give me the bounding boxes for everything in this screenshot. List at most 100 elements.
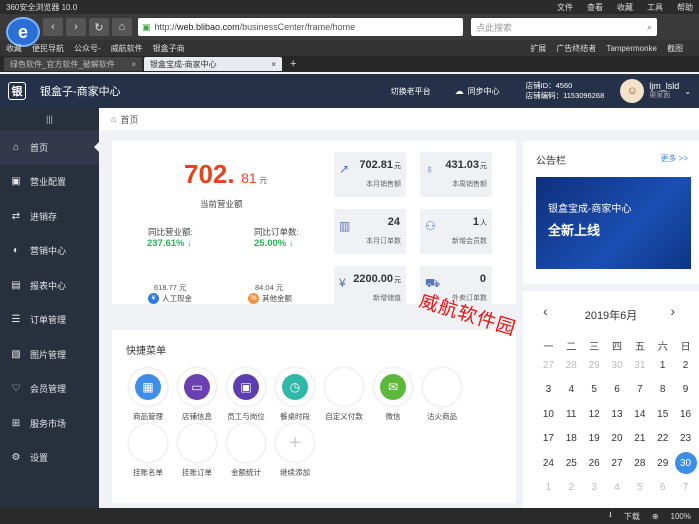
sidebar-collapse-icon[interactable]: |||	[0, 108, 99, 130]
calendar-day[interactable]: 4	[606, 476, 629, 501]
sidebar-item-shop[interactable]: ▣ 营业配置	[0, 165, 99, 200]
sidebar-item-home[interactable]: ⌂ 首页	[0, 130, 99, 165]
address-bar[interactable]: ▣ http:// web.blibao.com /businessCenter…	[138, 18, 463, 36]
stat-tile[interactable]: ▥ 24 本月订单数	[334, 209, 406, 254]
quick-menu-item[interactable]: ◷ 餐桌时段	[276, 368, 314, 422]
chevron-down-icon[interactable]: ⌄	[684, 87, 691, 96]
calendar-day[interactable]: 19	[583, 427, 606, 452]
quick-menu-item[interactable]: 金额统计	[227, 424, 265, 478]
toolbar-item[interactable]: 扩展	[530, 43, 546, 54]
switch-platform-button[interactable]: 切换老平台	[391, 86, 431, 97]
toolbar-item[interactable]: 截图	[667, 43, 683, 54]
new-tab-button[interactable]: +	[290, 58, 296, 70]
calendar-day[interactable]: 24	[537, 451, 560, 476]
quick-menu-item[interactable]: ▦ 商品管理	[129, 368, 167, 422]
quick-menu-item[interactable]: ✉ 微信	[374, 368, 412, 422]
calendar-day[interactable]: 31	[628, 353, 651, 378]
calendar-day[interactable]: 29	[651, 451, 674, 476]
browser-tab[interactable]: 绿色软件_官方软件_破解软件 ×	[4, 57, 142, 71]
download-icon[interactable]: ⭳	[609, 509, 612, 523]
quick-menu-item[interactable]: 挂账订单	[178, 424, 216, 478]
sidebar-item-truck[interactable]: ⇄ 进销存	[0, 199, 99, 234]
calendar-day[interactable]: 17	[537, 427, 560, 452]
calendar-day[interactable]: 22	[651, 427, 674, 452]
calendar-day[interactable]: 20	[606, 427, 629, 452]
forward-button[interactable]: ›	[66, 18, 86, 36]
calendar-day[interactable]: 30	[674, 452, 697, 474]
calendar-day[interactable]: 28	[560, 353, 583, 378]
search-input[interactable]: 点此搜索 ⌕	[471, 18, 657, 36]
calendar-day[interactable]: 18	[560, 427, 583, 452]
browser-menu-2[interactable]: 收藏	[617, 2, 633, 13]
announcement-banner[interactable]: 银盒宝成-商家中心 全新上线	[536, 177, 691, 269]
calendar-day[interactable]: 4	[560, 378, 583, 403]
calendar-day[interactable]: 13	[606, 402, 629, 427]
calendar-day[interactable]: 12	[583, 402, 606, 427]
refresh-button[interactable]: ↻	[89, 18, 109, 36]
calendar-day[interactable]: 5	[628, 476, 651, 501]
calendar-day[interactable]: 14	[628, 402, 651, 427]
back-button[interactable]: ‹	[43, 18, 63, 36]
status-download[interactable]: 下载	[624, 511, 640, 522]
sidebar-item-settings[interactable]: ⚙ 设置	[0, 441, 99, 476]
quick-menu-item[interactable]: + 继续添加	[276, 424, 314, 478]
calendar-next-icon[interactable]: ›	[670, 303, 675, 319]
calendar-day[interactable]: 10	[537, 402, 560, 427]
bookmark-item[interactable]: 公众号-	[74, 43, 101, 54]
calendar-day[interactable]: 2	[674, 353, 697, 378]
home-button[interactable]: ⌂	[112, 18, 132, 36]
bookmark-item[interactable]: 威航软件	[111, 43, 143, 54]
status-zoom[interactable]: 100%	[671, 512, 691, 521]
calendar-day[interactable]: 28	[628, 451, 651, 476]
calendar-day[interactable]: 16	[674, 402, 697, 427]
calendar-day[interactable]: 21	[628, 427, 651, 452]
browser-menu-0[interactable]: 文件	[557, 2, 573, 13]
stat-tile[interactable]: ↗ 702.81元 本月销售额	[334, 152, 406, 197]
sidebar-item-report[interactable]: ▤ 报表中心	[0, 268, 99, 303]
bookmark-item[interactable]: 收藏	[6, 43, 22, 54]
calendar-day[interactable]: 1	[537, 476, 560, 501]
quick-menu-item[interactable]: 挂账名单	[129, 424, 167, 478]
breadcrumb-home[interactable]: 首页	[120, 113, 138, 126]
sidebar-item-market[interactable]: ⊞ 服务市场	[0, 406, 99, 441]
calendar-day[interactable]: 23	[674, 427, 697, 452]
calendar-day[interactable]: 6	[651, 476, 674, 501]
avatar[interactable]: ☺	[620, 79, 645, 103]
search-icon[interactable]: ⌕	[647, 22, 652, 33]
calendar-day[interactable]: 6	[606, 378, 629, 403]
close-icon[interactable]: ×	[131, 60, 136, 69]
quick-menu-item[interactable]: 自定义付款	[325, 368, 363, 422]
calendar-day[interactable]: 29	[583, 353, 606, 378]
stat-tile[interactable]: ⚇ 1人 新增会员数	[420, 209, 492, 254]
quick-menu-item[interactable]: ▭ 店铺信息	[178, 368, 216, 422]
calendar-day[interactable]: 8	[651, 378, 674, 403]
browser-tab[interactable]: 银盒宝成-商家中心 ×	[144, 57, 282, 71]
calendar-day[interactable]: 25	[560, 451, 583, 476]
calendar-day[interactable]: 11	[560, 402, 583, 427]
bookmark-item[interactable]: 银盒子商	[153, 43, 185, 54]
calendar-day[interactable]: 5	[583, 378, 606, 403]
calendar-day[interactable]: 30	[606, 353, 629, 378]
calendar-day[interactable]: 1	[651, 353, 674, 378]
calendar-day[interactable]: 27	[537, 353, 560, 378]
calendar-day[interactable]: 26	[583, 451, 606, 476]
browser-menu-1[interactable]: 查看	[587, 2, 603, 13]
browser-menu-3[interactable]: 工具	[647, 2, 663, 13]
calendar-day[interactable]: 15	[651, 402, 674, 427]
quick-menu-item[interactable]: ▣ 员工与岗位	[227, 368, 265, 422]
stat-tile[interactable]: ♁ 431.03元 本周销售额	[420, 152, 492, 197]
calendar-day[interactable]: 7	[628, 378, 651, 403]
quick-menu-item[interactable]: 沽火商品	[423, 368, 461, 422]
browser-menu-4[interactable]: 帮助	[677, 2, 693, 13]
toolbar-item[interactable]: 广告终结者	[556, 43, 596, 54]
sidebar-item-order[interactable]: ☰ 订单管理	[0, 303, 99, 338]
toolbar-item[interactable]: Tampermonke	[606, 44, 657, 53]
calendar-day[interactable]: 9	[674, 378, 697, 403]
calendar-day[interactable]: 7	[674, 476, 697, 501]
calendar-day[interactable]: 2	[560, 476, 583, 501]
sidebar-item-image[interactable]: ▧ 图片管理	[0, 337, 99, 372]
sidebar-item-megaphone[interactable]: ◐ 营销中心	[0, 234, 99, 269]
user-info[interactable]: ljm_lsld 渠家面	[649, 81, 679, 101]
stat-tile[interactable]: ¥2200.00元 新增储值	[334, 266, 406, 311]
sidebar-item-member[interactable]: ♡ 会员管理	[0, 372, 99, 407]
